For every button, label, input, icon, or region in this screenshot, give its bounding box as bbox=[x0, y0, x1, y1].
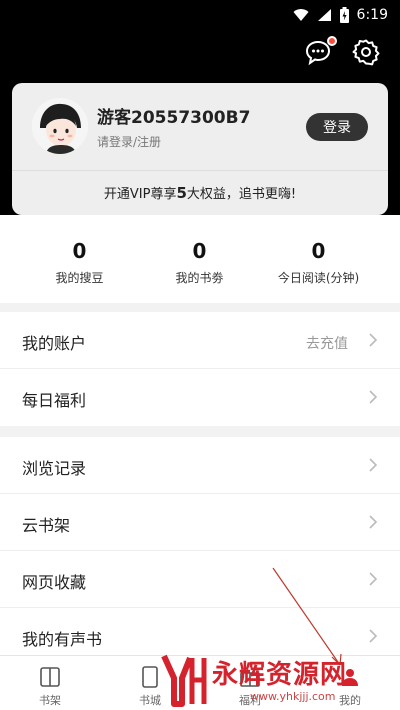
avatar-image bbox=[32, 98, 88, 154]
notification-dot bbox=[327, 36, 337, 46]
signal-icon bbox=[317, 9, 331, 21]
watermark-url: www.yhkjjj.com bbox=[250, 690, 336, 703]
stat-value: 0 bbox=[311, 239, 326, 263]
login-button[interactable]: 登录 bbox=[306, 113, 368, 141]
recharge-link[interactable]: 去充值 bbox=[306, 333, 348, 353]
chevron-right-icon bbox=[369, 515, 378, 529]
stat-label: 今日阅读(分钟) bbox=[277, 271, 360, 285]
menu-item-label: 我的有声书 bbox=[22, 630, 103, 649]
bookstore-icon bbox=[142, 666, 158, 688]
status-bar: 6:19 bbox=[0, 0, 400, 30]
chevron-right-icon bbox=[369, 458, 378, 472]
menu-group-account: 我的账户 去充值 每日福利 bbox=[0, 312, 400, 426]
chevron-right-icon bbox=[369, 629, 378, 643]
menu-item-my-account[interactable]: 我的账户 去充值 bbox=[0, 312, 400, 369]
battery-icon bbox=[339, 7, 349, 23]
stat-value: 0 bbox=[192, 239, 207, 263]
status-time: 6:19 bbox=[356, 7, 388, 23]
menu-item-label: 浏览记录 bbox=[22, 459, 87, 478]
menu-item-history[interactable]: 浏览记录 bbox=[0, 437, 400, 494]
wifi-icon bbox=[293, 9, 309, 21]
vip-suffix: 大权益，追书更嗨! bbox=[186, 187, 297, 202]
stat-value: 0 bbox=[72, 239, 87, 263]
stat-label: 我的搜豆 bbox=[55, 271, 104, 285]
vip-promo[interactable]: 开通VIP尊享5大权益，追书更嗨! bbox=[12, 183, 388, 202]
username: 游客20557300B7 bbox=[97, 108, 251, 128]
stats-panel: 0 我的搜豆 0 我的书劵 0 今日阅读(分钟) bbox=[0, 215, 400, 303]
tab-bookshelf[interactable]: 书架 bbox=[0, 656, 100, 710]
vip-count: 5 bbox=[176, 184, 187, 202]
menu-item-label: 网页收藏 bbox=[22, 573, 87, 592]
login-register-link[interactable]: 请登录/注册 bbox=[97, 133, 161, 150]
vip-prefix: 开通VIP尊享 bbox=[103, 187, 177, 202]
menu-item-label: 云书架 bbox=[22, 516, 71, 535]
card-divider bbox=[12, 170, 388, 171]
watermark-text: 永辉资源网 bbox=[212, 660, 348, 690]
menu-item-label: 每日福利 bbox=[22, 391, 87, 410]
stat-reading-time[interactable]: 0 今日阅读(分钟) bbox=[252, 239, 385, 286]
stat-coupons[interactable]: 0 我的书劵 bbox=[133, 239, 266, 286]
menu-item-label: 我的账户 bbox=[22, 334, 87, 353]
stat-label: 我的书劵 bbox=[175, 271, 224, 285]
bookshelf-icon bbox=[40, 667, 60, 687]
stat-soudou[interactable]: 0 我的搜豆 bbox=[13, 239, 146, 286]
chevron-right-icon bbox=[369, 572, 378, 586]
avatar[interactable] bbox=[32, 98, 88, 154]
menu-item-daily-welfare[interactable]: 每日福利 bbox=[0, 369, 400, 426]
watermark-logo bbox=[161, 654, 207, 707]
menu-item-cloud-shelf[interactable]: 云书架 bbox=[0, 494, 400, 551]
watermark: 永辉资源网 www.yhkjjj.com bbox=[160, 652, 392, 710]
chevron-right-icon bbox=[369, 333, 378, 347]
profile-card: 游客20557300B7 请登录/注册 登录 开通VIP尊享5大权益，追书更嗨! bbox=[12, 83, 388, 215]
chevron-right-icon bbox=[369, 390, 378, 404]
settings-gear-icon[interactable] bbox=[352, 38, 380, 66]
tab-label: 书架 bbox=[39, 694, 61, 707]
